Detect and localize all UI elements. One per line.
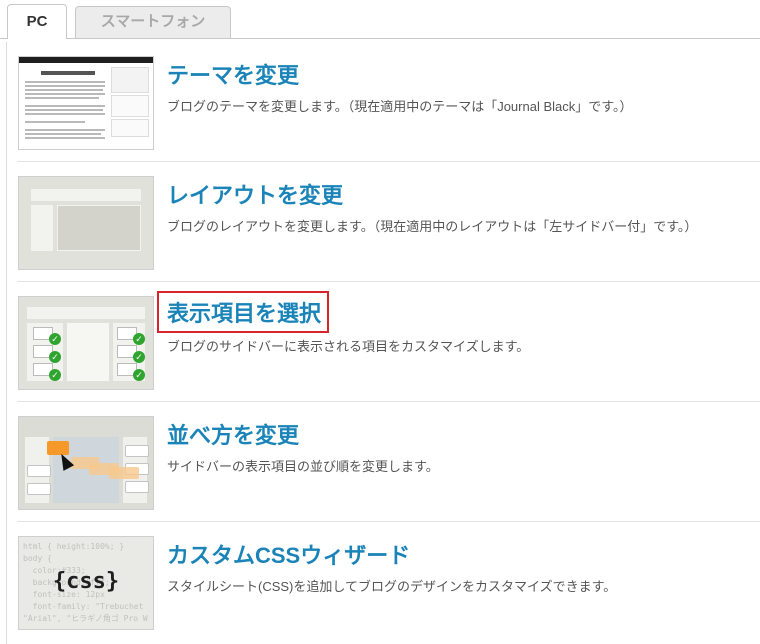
- list-item-reorder: 並べ方を変更 サイドバーの表示項目の並び順を変更します。: [7, 402, 760, 522]
- item-title-display-items[interactable]: 表示項目を選択: [157, 291, 330, 333]
- item-desc-theme: ブログのテーマを変更します。（現在適用中のテーマは「Journal Black」…: [167, 99, 633, 114]
- list-item-display-items: ✓ ✓ ✓ ✓ ✓ ✓ 表示項目を選択 ブログのサイドバーに表示される項目をカス…: [7, 282, 760, 402]
- check-icon: ✓: [49, 351, 61, 363]
- item-desc-custom-css: スタイルシート(CSS)を追加してブログのデザインをカスタマイズできます。: [167, 579, 617, 594]
- item-desc-layout: ブログのレイアウトを変更します。（現在適用中のレイアウトは「左サイドバー付」です…: [167, 219, 698, 234]
- tab-pc[interactable]: PC: [7, 4, 67, 39]
- list-item-layout: レイアウトを変更 ブログのレイアウトを変更します。（現在適用中のレイアウトは「左…: [7, 162, 760, 282]
- tab-underline: [0, 38, 760, 39]
- item-desc-display-items: ブログのサイドバーに表示される項目をカスタマイズします。: [167, 339, 530, 354]
- tab-smartphone[interactable]: スマートフォン: [75, 6, 231, 38]
- css-icon[interactable]: html { height:100%; } body { color:#333;…: [18, 536, 154, 630]
- item-title-custom-css[interactable]: カスタムCSSウィザード: [167, 538, 410, 570]
- item-desc-reorder: サイドバーの表示項目の並び順を変更します。: [167, 459, 439, 474]
- tab-bar: PC スマートフォン: [0, 0, 760, 42]
- item-title-reorder[interactable]: 並べ方を変更: [167, 418, 299, 450]
- check-icon: ✓: [133, 369, 145, 381]
- check-icon: ✓: [133, 351, 145, 363]
- check-icon: ✓: [49, 333, 61, 345]
- list-item-custom-css: html { height:100%; } body { color:#333;…: [7, 522, 760, 642]
- display-items-icon[interactable]: ✓ ✓ ✓ ✓ ✓ ✓: [18, 296, 154, 390]
- theme-preview-icon[interactable]: [18, 56, 154, 150]
- reorder-icon[interactable]: [18, 416, 154, 510]
- list-item-theme: テーマを変更 ブログのテーマを変更します。（現在適用中のテーマは「Journal…: [7, 42, 760, 162]
- check-icon: ✓: [49, 369, 61, 381]
- item-title-theme[interactable]: テーマを変更: [167, 58, 299, 90]
- design-settings-panel: テーマを変更 ブログのテーマを変更します。（現在適用中のテーマは「Journal…: [6, 42, 760, 644]
- css-label: {css}: [52, 569, 120, 594]
- layout-icon[interactable]: [18, 176, 154, 270]
- check-icon: ✓: [133, 333, 145, 345]
- item-title-layout[interactable]: レイアウトを変更: [167, 178, 343, 210]
